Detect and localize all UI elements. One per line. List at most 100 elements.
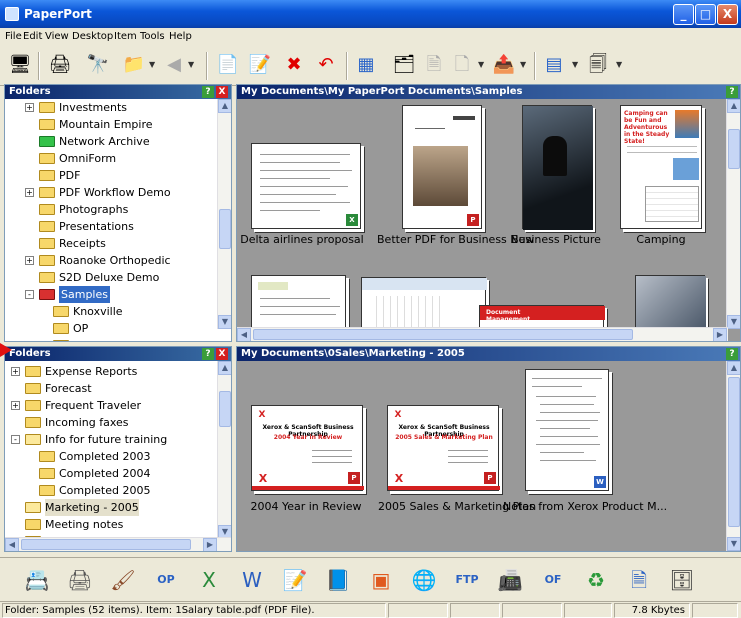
excel-icon[interactable]: X [194, 565, 224, 595]
menu-help[interactable]: Help [169, 31, 192, 42]
folder-item[interactable]: S2D Deluxe Demo [39, 269, 215, 286]
help-icon[interactable]: ? [202, 86, 214, 98]
document-icon[interactable]: 🗎 [624, 565, 654, 595]
folder-item[interactable]: Photographs [39, 201, 215, 218]
document-thumbnail[interactable]: X [251, 143, 361, 229]
folder-item[interactable]: + Roanoke Orthopedic [25, 252, 215, 269]
expand-icon[interactable]: + [39, 341, 48, 342]
menu-view[interactable]: View [45, 31, 69, 42]
find-icon[interactable]: 🔭 [84, 51, 112, 79]
archive-icon[interactable]: 🗄 [667, 565, 697, 595]
folder-item[interactable]: + Expense Reports [11, 363, 215, 380]
folder-item[interactable]: Completed 2003 [39, 448, 215, 465]
folder-item[interactable]: - Samples [25, 286, 215, 303]
scroll-thumb[interactable] [253, 329, 633, 340]
folder-icon[interactable]: 📁 [120, 51, 148, 79]
page-dropdown-arrow[interactable]: ▼ [478, 58, 486, 72]
folder-item[interactable]: Knoxville [53, 303, 215, 320]
folder-item[interactable]: OmniForm [39, 150, 215, 167]
scroll-thumb[interactable] [219, 209, 231, 249]
bottom-docs-vscroll[interactable]: ▲ ▼ [726, 361, 740, 551]
back-icon[interactable]: ◀ [160, 51, 188, 79]
notes-icon[interactable]: 📘 [323, 565, 353, 595]
fax-icon[interactable]: 📠 [495, 565, 525, 595]
document-thumbnail[interactable]: X Xerox & ScanSoft Business Partnership … [387, 405, 500, 491]
folder-item[interactable]: Mountain Empire [39, 116, 215, 133]
expand-icon[interactable]: + [25, 256, 34, 265]
collapse-icon[interactable]: - [25, 290, 34, 299]
resize-grip[interactable] [692, 603, 738, 618]
document-thumbnail[interactable]: P [402, 105, 482, 229]
folder-item[interactable]: Completed 2004 [39, 465, 215, 482]
top-docs-hscroll[interactable]: ◀ ▶ [237, 327, 728, 341]
page-view-icon[interactable]: 📄 [214, 51, 242, 79]
scroll-thumb[interactable] [219, 391, 231, 427]
scroll-right-icon[interactable]: ▶ [203, 538, 217, 551]
collapse-icon[interactable]: - [11, 435, 20, 444]
omniform-icon[interactable]: OF [538, 565, 568, 595]
ftp-icon[interactable]: FTP [452, 565, 482, 595]
menu-edit[interactable]: Edit [23, 31, 42, 42]
expand-icon[interactable]: + [11, 367, 20, 376]
folder-item[interactable]: OP [53, 320, 215, 337]
page-edit-icon[interactable]: 📝 [246, 51, 274, 79]
stack-icon[interactable]: 🗂 [390, 51, 418, 79]
document-thumbnail[interactable]: Camping can be Fun and Adventurous in th… [620, 105, 702, 229]
grid-icon[interactable]: ▦ [352, 51, 380, 79]
top-docs-vscroll[interactable]: ▲ ▼ [726, 99, 740, 329]
scroll-up-icon[interactable]: ▲ [218, 361, 231, 375]
paperport-app-icon[interactable] [5, 7, 19, 21]
delete-icon[interactable]: ✖ [280, 51, 308, 79]
back-dropdown-arrow[interactable]: ▼ [188, 58, 196, 72]
scroll-right-icon[interactable]: ▶ [713, 328, 727, 341]
layout-icon[interactable]: 🗐 [584, 51, 612, 79]
scroll-down-icon[interactable]: ▼ [727, 315, 740, 329]
page-icon[interactable]: 🗋 [448, 51, 476, 79]
layout-dropdown-arrow[interactable]: ▼ [616, 58, 624, 72]
folder-item[interactable]: +Patient records [53, 337, 215, 341]
help-icon[interactable]: ? [726, 348, 738, 360]
paperport-icon[interactable]: 📇 [22, 565, 52, 595]
scroll-up-icon[interactable]: ▲ [727, 361, 740, 375]
scroll-thumb[interactable] [728, 377, 740, 527]
folder-item[interactable]: + PDF Workflow Demo [25, 184, 215, 201]
close-pane-icon[interactable]: X [216, 348, 228, 360]
send-icon[interactable]: 📤 [490, 51, 518, 79]
folder-item[interactable]: Forecast [25, 380, 215, 397]
unstack-icon[interactable]: 🗎 [420, 51, 448, 79]
word-icon[interactable]: W [237, 565, 267, 595]
send-dropdown-arrow[interactable]: ▼ [520, 58, 528, 72]
scroll-down-icon[interactable]: ▼ [727, 537, 740, 551]
menu-tools[interactable]: Tools [140, 31, 165, 42]
menu-item[interactable]: Item [114, 31, 137, 42]
menu-file[interactable]: File [5, 31, 22, 42]
expand-icon[interactable]: + [11, 401, 20, 410]
view-dropdown-arrow[interactable]: ▼ [572, 58, 580, 72]
folder-item[interactable]: Receipts [39, 235, 215, 252]
scroll-thumb[interactable] [21, 539, 191, 550]
undo-icon[interactable]: ↶ [312, 51, 340, 79]
help-icon[interactable]: ? [726, 86, 738, 98]
paint-icon[interactable]: 🖌 [108, 565, 138, 595]
folder-item[interactable]: - Info for future training [11, 431, 215, 448]
document-thumbnail[interactable]: X Xerox & ScanSoft Business Partnership … [251, 405, 364, 491]
desktop-icon[interactable]: 🖥 [6, 51, 34, 79]
scroll-up-icon[interactable]: ▲ [727, 99, 740, 113]
scroll-up-icon[interactable]: ▲ [218, 99, 231, 113]
folder-item[interactable]: + Investments [25, 99, 215, 116]
bottom-folder-vscroll[interactable]: ▲ ▼ [217, 361, 231, 539]
close-button[interactable]: X [717, 4, 738, 25]
powerpoint-icon[interactable]: ▣ [366, 565, 396, 595]
bottom-folder-hscroll[interactable]: ◀ ▶ [5, 537, 231, 551]
top-folder-vscroll[interactable]: ▲ ▼ [217, 99, 231, 329]
scroll-left-icon[interactable]: ◀ [5, 538, 19, 551]
document-thumbnail[interactable] [522, 105, 593, 230]
folder-dropdown-arrow[interactable]: ▼ [149, 58, 157, 72]
folder-item[interactable]: Completed 2005 [39, 482, 215, 499]
scroll-left-icon[interactable]: ◀ [237, 328, 251, 341]
folder-item[interactable]: PDF [39, 167, 215, 184]
browser-icon[interactable]: 🌐 [409, 565, 439, 595]
maximize-button[interactable]: □ [695, 4, 716, 25]
folder-item[interactable]: + Frequent Traveler [11, 397, 215, 414]
menu-desktop[interactable]: Desktop [72, 31, 113, 42]
